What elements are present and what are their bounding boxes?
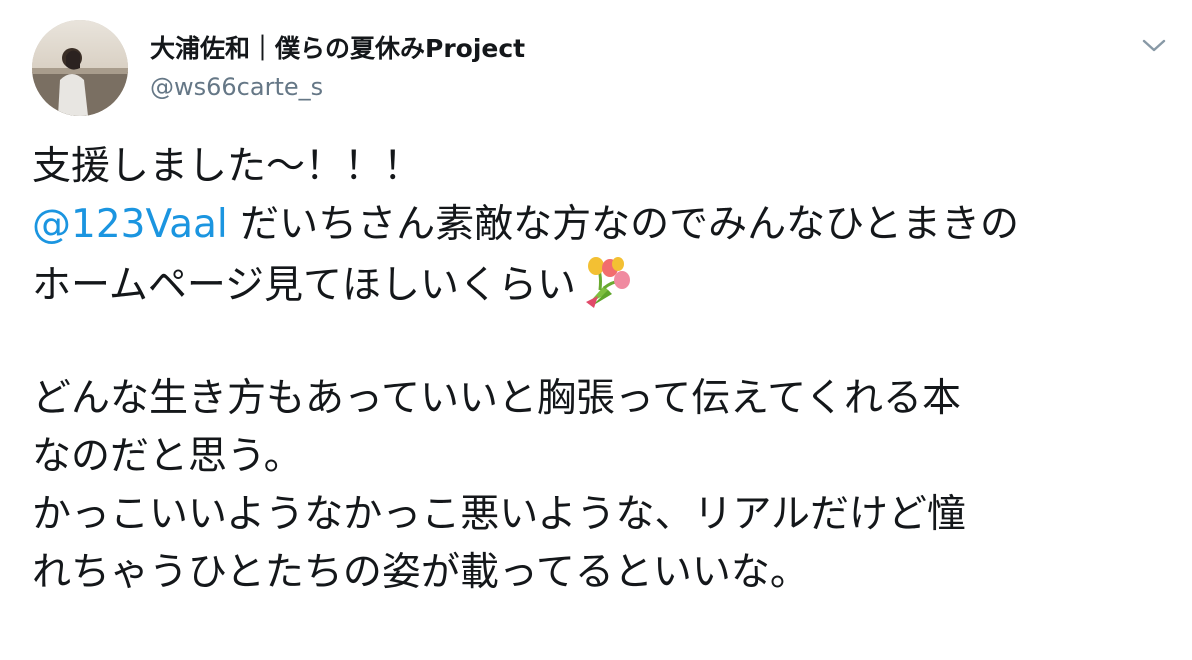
tweet-card: 大浦佐和｜僕らの夏休みProject @ws66carte_s 支援しました〜！… [0, 0, 1192, 660]
chevron-down-icon[interactable] [1140, 36, 1168, 56]
tweet-line: なのだと思う。 [32, 428, 1172, 486]
tweet-line-text: ホームページ見てほしいくらい [32, 263, 577, 308]
tweet-line: れちゃうひとたちの姿が載ってるといいな。 [32, 544, 1172, 602]
tweet-header: 大浦佐和｜僕らの夏休みProject @ws66carte_s [32, 20, 1172, 116]
tweet-line-text: なのだと思う。 [32, 434, 303, 479]
tweet-line-text: どんな生き方もあっていいと胸張って伝えてくれる本 [32, 376, 961, 421]
avatar-photo [32, 20, 128, 116]
tweet-line-text: れちゃうひとたちの姿が載ってるといいな。 [32, 550, 809, 595]
tweet-text: 支援しました〜！！！ @123Vaal だいちさん素敵な方なのでみんなひとまきの… [32, 138, 1172, 602]
tweet-line: ホームページ見てほしいくらい [32, 254, 1172, 312]
mention-link[interactable]: @123Vaal [32, 202, 228, 247]
tweet-line: どんな生き方もあっていいと胸張って伝えてくれる本 [32, 370, 1172, 428]
author-names: 大浦佐和｜僕らの夏休みProject @ws66carte_s [150, 32, 525, 104]
tweet-line: 支援しました〜！！！ [32, 138, 1172, 196]
tweet-line-text: だいちさん素敵な方なのでみんなひとまきの [227, 202, 1019, 247]
tweet-line-text: 支援しました〜！！！ [32, 144, 423, 189]
author-display-name[interactable]: 大浦佐和｜僕らの夏休みProject [150, 32, 525, 66]
avatar[interactable] [32, 20, 128, 116]
tweet-line-text: かっこいいようなかっこ悪いような、リアルだけど憧 [32, 492, 967, 537]
tweet-line: @123Vaal だいちさん素敵な方なのでみんなひとまきの [32, 196, 1172, 254]
author-handle[interactable]: @ws66carte_s [150, 70, 525, 104]
tweet-line: かっこいいようなかっこ悪いような、リアルだけど憧 [32, 486, 1172, 544]
bouquet-icon [578, 254, 634, 310]
